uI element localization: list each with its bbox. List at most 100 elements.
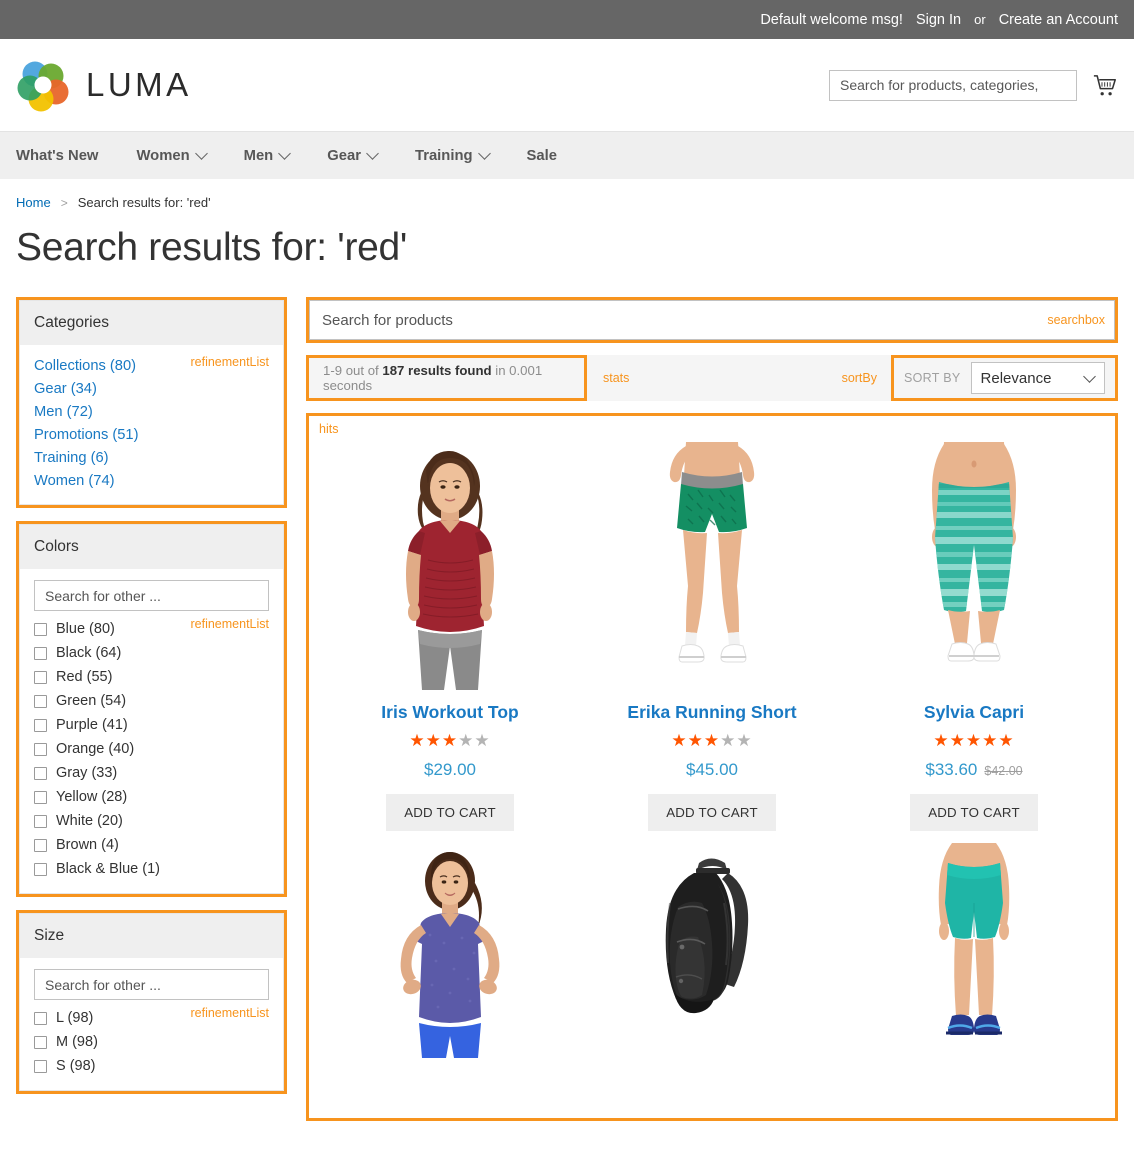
size-label: S (98) bbox=[56, 1058, 96, 1074]
color-label: Orange (40) bbox=[56, 741, 135, 757]
checkbox-icon[interactable] bbox=[34, 862, 47, 876]
colors-search-input[interactable] bbox=[34, 580, 269, 611]
checkbox-icon[interactable] bbox=[34, 670, 47, 684]
colors-title: Colors bbox=[20, 525, 283, 569]
breadcrumb-separator-icon: > bbox=[60, 195, 68, 210]
nav-item-training[interactable]: Training bbox=[415, 147, 511, 164]
color-filter-white[interactable]: White (20) bbox=[34, 809, 269, 833]
color-filter-purple[interactable]: Purple (41) bbox=[34, 713, 269, 737]
size-search-input[interactable] bbox=[34, 969, 269, 1000]
checkbox-icon[interactable] bbox=[34, 694, 47, 708]
product-name[interactable]: Sylvia Capri bbox=[924, 702, 1024, 723]
product-image-iris-workout-top[interactable] bbox=[319, 438, 581, 690]
color-filter-yellow[interactable]: Yellow (28) bbox=[34, 785, 269, 809]
sortby-select-wrap: Relevance bbox=[970, 362, 1105, 394]
sortby-select[interactable]: Relevance bbox=[970, 362, 1105, 394]
size-filter-l[interactable]: L (98) bbox=[34, 1006, 269, 1030]
checkbox-icon[interactable] bbox=[34, 838, 47, 852]
sign-in-link[interactable]: Sign In bbox=[916, 12, 961, 28]
size-refinement-widget: Size refinementList L (98) M (98) S (98) bbox=[16, 910, 287, 1094]
star-filled-icon: ★ bbox=[933, 731, 950, 750]
size-filter-s[interactable]: S (98) bbox=[34, 1054, 269, 1078]
color-filter-blue[interactable]: Blue (80) bbox=[34, 617, 269, 641]
category-link-promotions[interactable]: Promotions (51) bbox=[34, 423, 269, 446]
breadcrumb: Home > Search results for: 'red' bbox=[0, 179, 1134, 210]
add-to-cart-button[interactable]: ADD TO CART bbox=[386, 794, 514, 831]
star-filled-icon: ★ bbox=[425, 731, 442, 750]
header-search-input[interactable] bbox=[829, 69, 1077, 101]
color-filter-orange[interactable]: Orange (40) bbox=[34, 737, 269, 761]
category-link-men[interactable]: Men (72) bbox=[34, 400, 269, 423]
product-rating: ★★★★★ bbox=[671, 732, 752, 749]
checkbox-icon[interactable] bbox=[34, 1011, 47, 1025]
breadcrumb-home-link[interactable]: Home bbox=[16, 195, 51, 210]
top-welcome-bar: Default welcome msg! Sign In or Create a… bbox=[0, 0, 1134, 39]
stats-found: 187 results found bbox=[382, 363, 492, 378]
add-to-cart-button[interactable]: ADD TO CART bbox=[910, 794, 1038, 831]
color-filter-red[interactable]: Red (55) bbox=[34, 665, 269, 689]
category-link-training[interactable]: Training (6) bbox=[34, 446, 269, 469]
product-image-woman-teal-bike-short[interactable] bbox=[843, 843, 1105, 1058]
product-card[interactable] bbox=[319, 843, 581, 1070]
product-name[interactable]: Erika Running Short bbox=[627, 702, 796, 723]
color-filter-gray[interactable]: Gray (33) bbox=[34, 761, 269, 785]
nav-item-whats-new[interactable]: What's New bbox=[16, 148, 120, 164]
create-account-link[interactable]: Create an Account bbox=[999, 12, 1118, 28]
nav-item-men[interactable]: Men bbox=[244, 147, 312, 164]
star-filled-icon: ★ bbox=[949, 731, 966, 750]
results-column: searchbox 1-9 out of 187 results found i… bbox=[306, 297, 1118, 1121]
star-filled-icon: ★ bbox=[965, 731, 983, 750]
sortby-widget: SORT BY Relevance bbox=[891, 355, 1118, 401]
color-label: Black & Blue (1) bbox=[56, 861, 160, 877]
luma-flower-icon bbox=[16, 57, 72, 113]
product-image-woman-purple-tee[interactable] bbox=[319, 843, 581, 1058]
color-filter-green[interactable]: Green (54) bbox=[34, 689, 269, 713]
product-name[interactable]: Iris Workout Top bbox=[381, 702, 518, 723]
nav-item-sale[interactable]: Sale bbox=[527, 148, 579, 164]
checkbox-icon[interactable] bbox=[34, 1059, 47, 1073]
checkbox-icon[interactable] bbox=[34, 1035, 47, 1049]
category-link-collections[interactable]: Collections (80) bbox=[34, 354, 269, 377]
price-current: $33.60 bbox=[925, 760, 978, 779]
star-filled-icon: ★ bbox=[671, 731, 688, 750]
product-card[interactable]: Erika Running Short ★★★★★ $45.00 ADD TO … bbox=[581, 438, 843, 843]
product-image-sylvia-capri[interactable] bbox=[843, 438, 1105, 690]
categories-title: Categories bbox=[20, 301, 283, 345]
shopping-cart-icon[interactable] bbox=[1091, 72, 1118, 99]
welcome-message: Default welcome msg! bbox=[760, 11, 903, 28]
product-price: $33.60 $42.00 bbox=[925, 760, 1022, 780]
size-filter-m[interactable]: M (98) bbox=[34, 1030, 269, 1054]
nav-item-women[interactable]: Women bbox=[136, 147, 227, 164]
color-filter-black-and-blue[interactable]: Black & Blue (1) bbox=[34, 857, 269, 881]
color-label: Brown (4) bbox=[56, 837, 119, 853]
category-link-women[interactable]: Women (74) bbox=[34, 469, 269, 492]
product-card[interactable]: Sylvia Capri ★★★★★ $33.60 $42.00 ADD TO … bbox=[843, 438, 1105, 843]
star-filled-icon: ★ bbox=[998, 731, 1015, 750]
add-to-cart-button[interactable]: ADD TO CART bbox=[648, 794, 776, 831]
checkbox-icon[interactable] bbox=[34, 790, 47, 804]
checkbox-icon[interactable] bbox=[34, 646, 47, 660]
checkbox-icon[interactable] bbox=[34, 718, 47, 732]
price-current: $29.00 bbox=[424, 760, 476, 779]
main-navigation: What's New Women Men Gear Training Sale bbox=[0, 131, 1134, 179]
color-filter-brown[interactable]: Brown (4) bbox=[34, 833, 269, 857]
product-image-erika-running-short[interactable] bbox=[581, 438, 843, 690]
product-card[interactable]: Iris Workout Top ★★★★★ $29.00 ADD TO CAR… bbox=[319, 438, 581, 843]
product-grid: Iris Workout Top ★★★★★ $29.00 ADD TO CAR… bbox=[319, 438, 1105, 1070]
category-link-gear[interactable]: Gear (34) bbox=[34, 377, 269, 400]
nav-label: Women bbox=[136, 147, 190, 164]
checkbox-icon[interactable] bbox=[34, 766, 47, 780]
color-filter-black[interactable]: Black (64) bbox=[34, 641, 269, 665]
color-label: Yellow (28) bbox=[56, 789, 128, 805]
checkbox-icon[interactable] bbox=[34, 742, 47, 756]
product-card[interactable] bbox=[581, 843, 843, 1070]
checkbox-icon[interactable] bbox=[34, 814, 47, 828]
checkbox-icon[interactable] bbox=[34, 622, 47, 636]
nav-item-gear[interactable]: Gear bbox=[327, 147, 399, 164]
size-label: M (98) bbox=[56, 1034, 98, 1050]
product-card[interactable] bbox=[843, 843, 1105, 1070]
product-search-input[interactable] bbox=[309, 300, 1115, 340]
product-image-black-backpack[interactable] bbox=[581, 843, 843, 1058]
logo[interactable]: LUMA bbox=[16, 57, 192, 113]
